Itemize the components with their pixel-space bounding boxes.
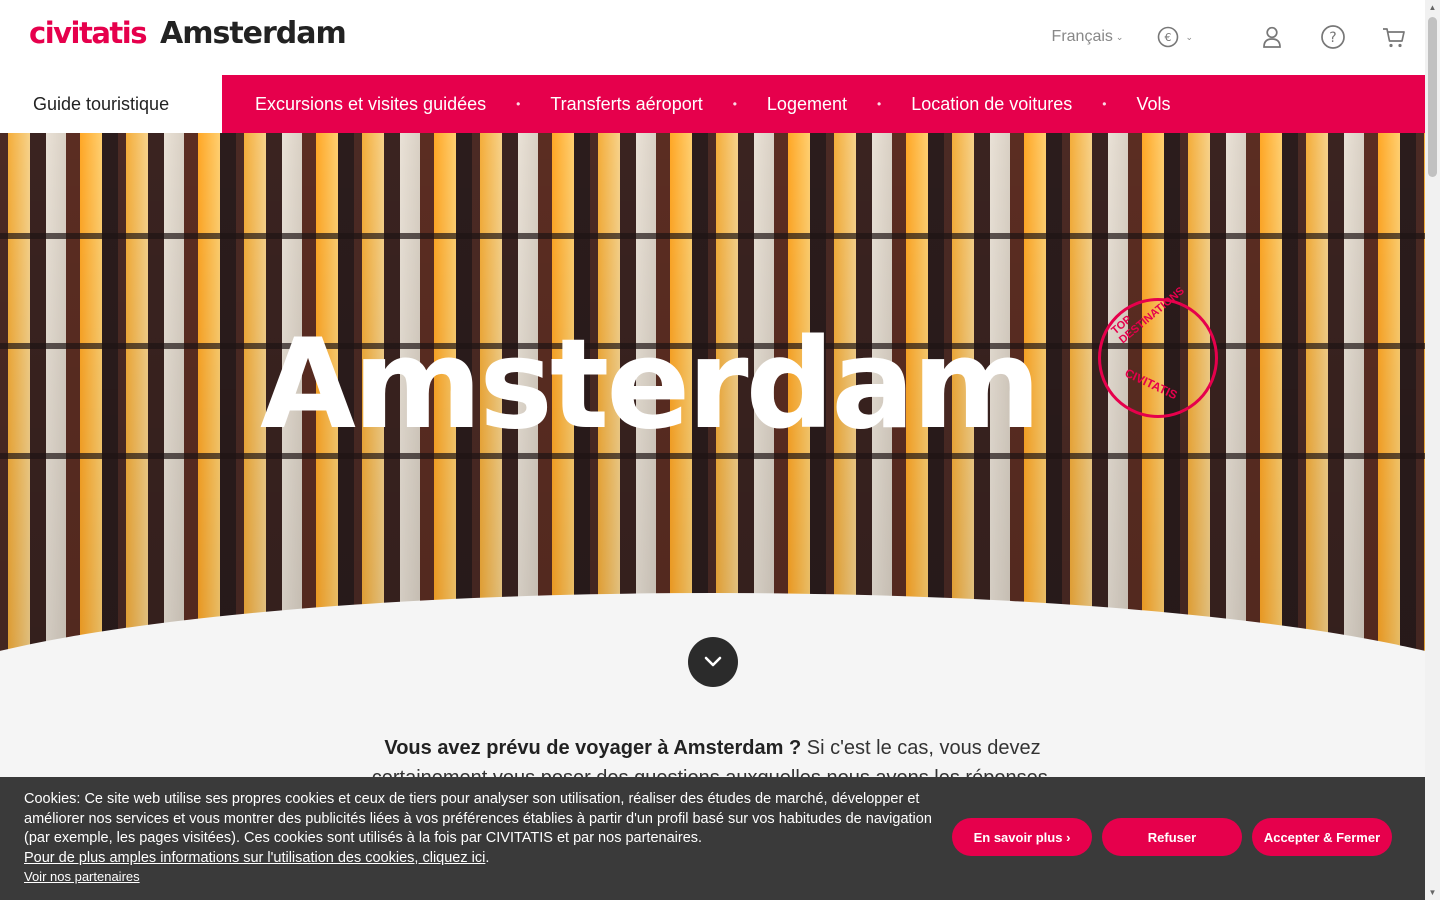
cookie-banner: Cookies: Ce site web utilise ses propres… [0,777,1425,900]
nav-item-transfers[interactable]: Transferts aéroport [550,94,702,115]
nav-item-car-rental[interactable]: Location de voitures [911,94,1072,115]
euro-icon: € [1158,26,1179,48]
chevron-down-icon: ⌄ [1115,31,1124,42]
partners-link[interactable]: Voir nos partenaires [24,869,140,884]
intro-question: Vous avez prévu de voyager à Amsterdam ? [384,737,802,759]
refuse-button[interactable]: Refuser [1102,818,1242,856]
cart-icon[interactable] [1381,24,1407,50]
svg-text:€: € [1165,31,1172,44]
badge-top-text: TOP DESTINATIONS [1109,284,1187,347]
intro-rest: Si c'est le cas, vous devez [801,737,1041,759]
badge-bottom-text: CIVITATIS [1122,365,1180,403]
nav-item-lodging[interactable]: Logement [767,94,847,115]
currency-selector[interactable]: € ⌄ [1157,26,1193,48]
nav-separator: • [876,97,882,111]
chevron-down-icon: ⌄ [1185,31,1193,42]
page-city-title: Amsterdam [159,16,347,51]
scrollbar[interactable]: ▲ ▼ [1425,0,1440,900]
nav-tab-guide[interactable]: Guide touristique [0,75,222,133]
language-selector[interactable]: Français ⌄ [1052,28,1124,46]
hero-decor [0,233,1425,239]
chevron-down-icon [704,656,722,667]
language-label: Français [1051,28,1113,45]
scroll-down-button[interactable] [688,637,738,687]
help-icon[interactable]: ? [1320,24,1346,50]
accept-close-button[interactable]: Accepter & Fermer [1252,818,1392,856]
learn-more-button[interactable]: En savoir plus › [952,818,1092,856]
scroll-up-arrow-icon[interactable]: ▲ [1425,0,1440,15]
user-icon[interactable] [1259,24,1285,50]
cookie-text: Cookies: Ce site web utilise ses propres… [24,791,932,846]
brand-logo[interactable]: civitatis [29,16,147,50]
scroll-down-arrow-icon[interactable]: ▼ [1425,885,1440,900]
hero-image: Amsterdam TOP DESTINATIONS CIVITATIS [0,133,1425,668]
top-destinations-badge: TOP DESTINATIONS CIVITATIS [1098,285,1218,418]
cookie-text-block: Cookies: Ce site web utilise ses propres… [24,791,932,866]
scroll-thumb[interactable] [1428,17,1437,177]
main-nav: Guide touristique Excursions et visites … [0,75,1425,133]
hero-title: Amsterdam [260,313,1041,457]
nav-item-flights[interactable]: Vols [1137,94,1171,115]
nav-separator: • [516,97,521,111]
cookie-info-link[interactable]: Pour de plus amples informations sur l'u… [24,850,485,866]
site-header: civitatis Amsterdam Français ⌄ € ⌄ ? [0,0,1425,75]
svg-text:?: ? [1329,30,1336,46]
nav-separator: • [732,97,737,111]
nav-separator: • [1102,97,1107,111]
nav-item-excursions[interactable]: Excursions et visites guidées [255,94,486,115]
logo[interactable]: civitatis Amsterdam [29,16,347,51]
